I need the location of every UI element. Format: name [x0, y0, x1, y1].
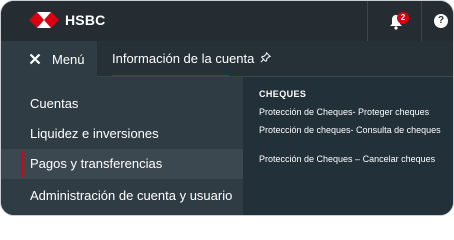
topbar-divider [367, 1, 368, 41]
nav-item-pagos[interactable]: Pagos y transferencias [1, 149, 243, 179]
menu-label: Menú [52, 51, 85, 67]
brand-name: HSBC [65, 12, 106, 28]
nav-item-label: Pagos y transferencias [30, 156, 163, 171]
brand-logo[interactable]: HSBC [29, 12, 105, 28]
nav-item-administracion[interactable]: Administración de cuenta y usuario [1, 181, 243, 211]
link-proteger-cheques[interactable]: Protección de Cheques- Proteger cheques [259, 107, 449, 118]
link-cancelar-cheques[interactable]: Protección de Cheques – Cancelar cheques [259, 154, 449, 165]
tab-account-info[interactable]: Información de la cuenta [112, 51, 272, 77]
app-frame: HSBC 2 ? Menú Información de la cuenta C… [0, 0, 454, 216]
tab-label: Información de la cuenta [112, 51, 255, 66]
nav-item-label: Liquidez e inversiones [30, 126, 159, 141]
topbar-divider [421, 1, 422, 41]
menu-row: Menú Información de la cuenta [1, 41, 453, 77]
hsbc-logo-icon [29, 12, 59, 28]
submenu-panel: CHEQUES Protección de Cheques- Proteger … [243, 77, 453, 215]
left-nav: Cuentas Liquidez e inversiones Pagos y t… [1, 77, 243, 215]
nav-item-liquidez[interactable]: Liquidez e inversiones [1, 119, 243, 149]
link-consulta-cheques[interactable]: Protección de cheques- Consulta de chequ… [259, 125, 449, 136]
nav-item-label: Administración de cuenta y usuario [30, 188, 233, 203]
top-bar: HSBC 2 ? [1, 1, 453, 41]
close-icon [29, 53, 41, 65]
help-icon[interactable]: ? [434, 14, 448, 28]
nav-item-label: Cuentas [30, 96, 79, 111]
nav-item-cuentas[interactable]: Cuentas [1, 89, 243, 119]
notification-badge: 2 [397, 12, 409, 24]
pin-icon[interactable] [260, 52, 272, 63]
section-title: CHEQUES [259, 89, 307, 99]
menu-toggle-button[interactable]: Menú [1, 41, 97, 77]
